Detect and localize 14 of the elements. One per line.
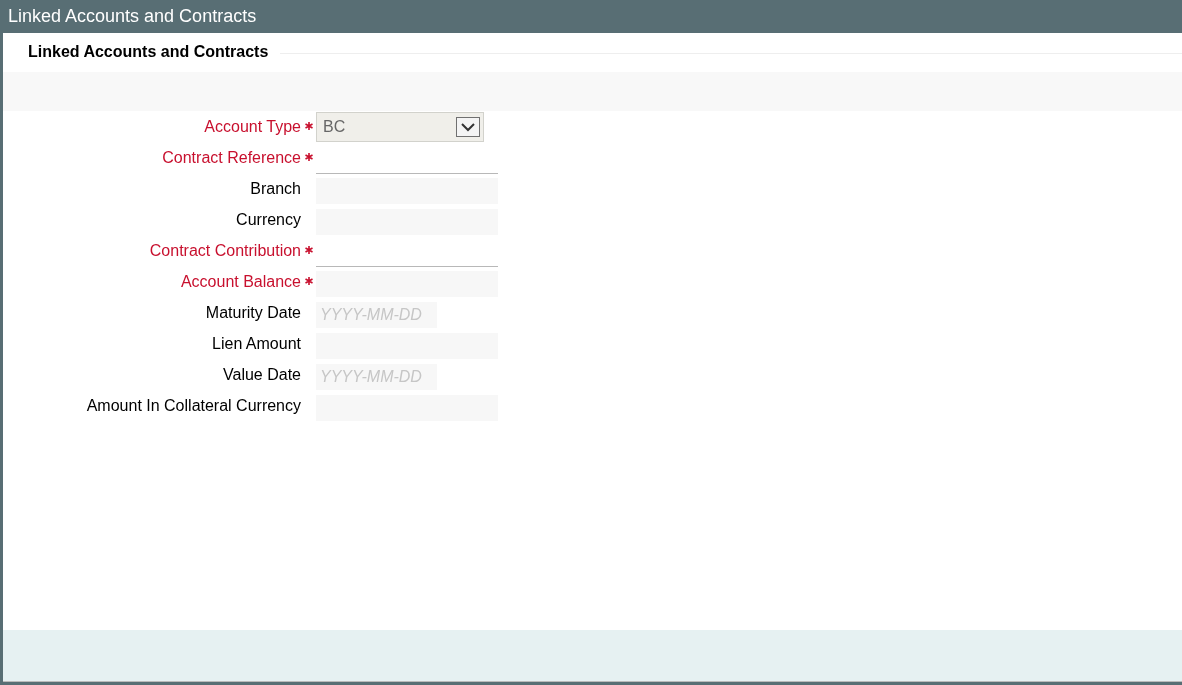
field-label: Amount In Collateral Currency (85, 396, 301, 415)
account-type-dropdown[interactable]: BC (316, 111, 484, 142)
field-label: Maturity Date (204, 303, 301, 322)
field-label: Contract Reference (161, 148, 301, 167)
field-label: Lien Amount (211, 334, 301, 353)
field-label: Value Date (222, 365, 301, 384)
field-label: Account Balance (179, 272, 301, 291)
field-label: Currency (235, 210, 301, 229)
caret-icon (456, 116, 480, 137)
field-label: Contract Contribution (148, 241, 301, 260)
section-title: Linked Accounts and Contracts (28, 43, 270, 61)
field-label: Account Type (203, 117, 301, 136)
window-title: Linked Accounts and Contracts (0, 0, 1182, 33)
field-label: Branch (249, 179, 301, 198)
